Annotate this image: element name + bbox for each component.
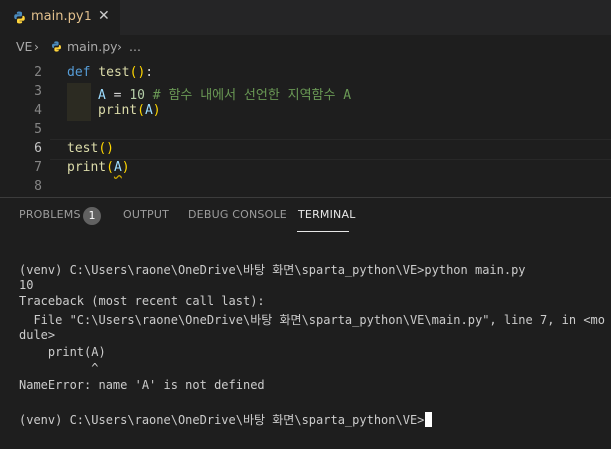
tab-problems-count: 1	[84, 9, 92, 23]
python-file-icon	[52, 41, 61, 52]
tab-filename: main.py	[31, 9, 84, 24]
terminal-line: ^	[19, 361, 99, 375]
line-number: 3	[34, 84, 42, 99]
operator-eq: =	[113, 88, 122, 103]
paren-open: (	[106, 160, 114, 175]
terminal-line: dule>	[19, 328, 56, 342]
variable-a: A	[98, 88, 106, 103]
code-editor[interactable]: 2 def test(): 3 A = 10 # 함수 내에서 선언한 지역함수…	[0, 57, 611, 197]
tab-output[interactable]: OUTPUT	[123, 208, 169, 221]
problems-badge: 1	[83, 207, 101, 225]
tab-debug-console[interactable]: DEBUG CONSOLE	[188, 208, 287, 221]
terminal-line: print(A)	[19, 345, 106, 359]
undefined-variable-a: A	[113, 160, 122, 175]
code-line-2: def test():	[67, 65, 153, 80]
close-icon[interactable]: ✕	[98, 8, 110, 24]
terminal-line: File "C:\Users\raone\OneDrive\바탕 화면\spar…	[19, 313, 606, 327]
variable-a: A	[144, 103, 153, 118]
line-number: 8	[34, 179, 42, 194]
function-name: test	[98, 65, 130, 80]
chevron-right-icon: ›	[117, 39, 122, 54]
indent-guide	[67, 83, 91, 102]
bottom-panel: PROBLEMS 1 OUTPUT DEBUG CONSOLE TERMINAL…	[0, 197, 611, 449]
breadcrumb: VE › main.py › ...	[0, 35, 611, 57]
paren-close: )	[106, 141, 114, 156]
breadcrumb-root[interactable]: VE	[16, 39, 32, 54]
paren-close: )	[152, 103, 161, 118]
builtin-print: print	[67, 160, 107, 175]
tab-terminal[interactable]: TERMINAL	[298, 208, 356, 221]
line-number: 6	[34, 141, 42, 156]
tab-main-py[interactable]: main.py 1 ✕	[0, 0, 120, 35]
keyword-def: def	[67, 65, 91, 80]
builtin-print: print	[98, 103, 138, 118]
active-tab-indicator	[297, 231, 349, 232]
terminal-prompt-line: (venv) C:\Users\raone\OneDrive\바탕 화면\spa…	[19, 411, 433, 428]
code-line-6: test()	[67, 141, 114, 156]
breadcrumb-file[interactable]: main.py	[67, 39, 118, 54]
indent-guide	[67, 102, 91, 121]
terminal-line: Traceback (most recent call last):	[19, 294, 265, 308]
editor-tab-bar: main.py 1 ✕	[0, 0, 611, 35]
code-comment: # 함수 내에서 선언한 지역함수 A	[152, 88, 352, 103]
breadcrumb-more[interactable]: ...	[129, 39, 141, 54]
paren-open: (	[137, 103, 145, 118]
function-call: test	[67, 141, 99, 156]
line-number: 5	[34, 122, 42, 137]
code-line-7: print(A)	[67, 160, 130, 175]
terminal-cursor	[425, 412, 433, 427]
terminal-output[interactable]: (venv) C:\Users\raone\OneDrive\바탕 화면\spa…	[19, 261, 609, 429]
tab-problems[interactable]: PROBLEMS	[19, 208, 81, 221]
paren-close: )	[121, 160, 130, 175]
terminal-prompt: (venv) C:\Users\raone\OneDrive\바탕 화면\spa…	[19, 413, 425, 427]
colon: :	[145, 65, 154, 80]
line-number: 4	[34, 103, 42, 118]
current-line-highlight	[50, 139, 611, 160]
number-literal: 10	[129, 88, 145, 103]
chevron-right-icon: ›	[34, 39, 39, 54]
code-line-4: print(A)	[98, 103, 161, 118]
python-file-icon	[14, 11, 25, 24]
code-line-3: A = 10 # 함수 내에서 선언한 지역함수 A	[98, 84, 351, 103]
paren-open: (	[98, 141, 107, 156]
terminal-line: 10	[19, 278, 34, 292]
line-number: 2	[34, 65, 42, 80]
terminal-line: (venv) C:\Users\raone\OneDrive\바탕 화면\spa…	[19, 263, 526, 277]
terminal-line: NameError: name 'A' is not defined	[19, 378, 265, 392]
line-number: 7	[34, 160, 42, 175]
